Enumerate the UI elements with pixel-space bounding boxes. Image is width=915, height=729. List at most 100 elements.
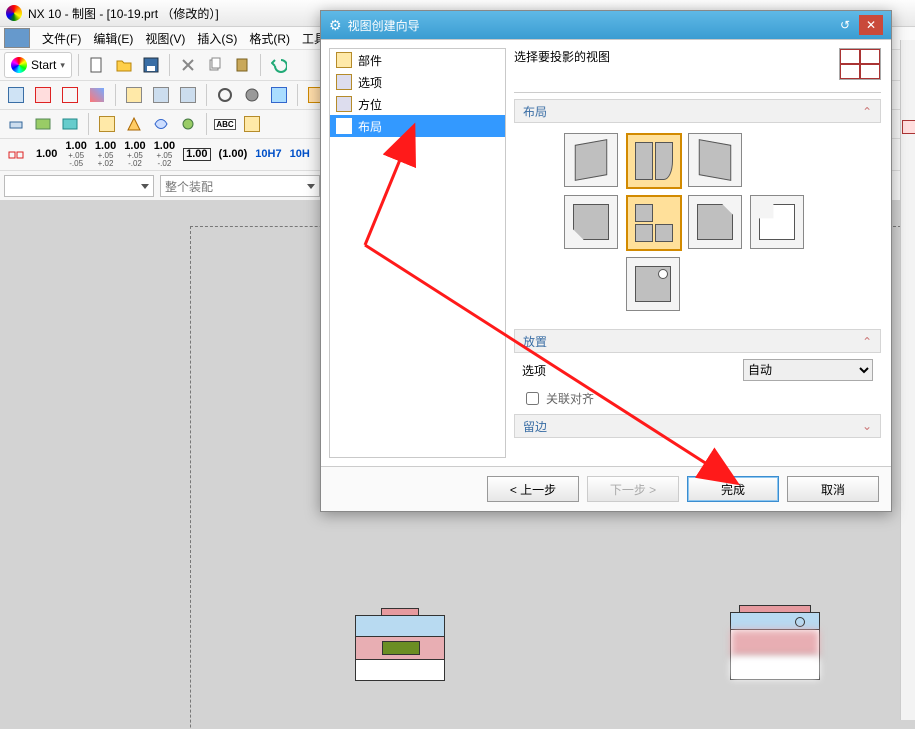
wizard-instruction: 选择要投影的视图: [514, 48, 610, 65]
tol-value[interactable]: 1.00+.05-.02: [154, 141, 175, 168]
icon-button[interactable]: [58, 83, 82, 107]
paste-button[interactable]: [230, 53, 254, 77]
assoc-align-checkbox[interactable]: 关联对齐: [514, 387, 881, 410]
docked-tab-icon[interactable]: [902, 120, 915, 134]
app-small-icon: [4, 28, 30, 48]
part-icon: [336, 52, 352, 68]
icon-button[interactable]: [95, 112, 119, 136]
wizard-footer: < 上一步 下一步 > 完成 取消: [321, 466, 891, 511]
separator: [206, 113, 207, 135]
wizard-titlebar[interactable]: ⚙ 视图创建向导 ↺ ✕: [321, 11, 891, 39]
menu-file[interactable]: 文件(F): [38, 29, 85, 48]
icon-button[interactable]: [213, 83, 237, 107]
icon-button[interactable]: [122, 112, 146, 136]
nav-item-options[interactable]: 选项: [330, 71, 505, 93]
layout-option-1[interactable]: [564, 133, 618, 187]
icon-button[interactable]: [31, 83, 55, 107]
icon-button[interactable]: [176, 83, 200, 107]
tol-value[interactable]: (1.00): [219, 149, 248, 160]
filter-combo[interactable]: [4, 175, 154, 197]
layout-option-5[interactable]: [626, 195, 682, 251]
icon-button[interactable]: [240, 112, 264, 136]
section-layout-header[interactable]: 布局⌄: [514, 99, 881, 123]
separator: [88, 113, 89, 135]
place-option-row: 选项 自动: [514, 353, 881, 387]
icon-button[interactable]: [85, 83, 109, 107]
icon-button[interactable]: [4, 112, 28, 136]
icon-button[interactable]: [149, 112, 173, 136]
menu-view[interactable]: 视图(V): [141, 29, 189, 48]
assoc-align-input[interactable]: [526, 392, 539, 405]
menu-format[interactable]: 格式(R): [245, 29, 294, 48]
chevron-up-icon: ⌄: [862, 104, 872, 118]
abc-button[interactable]: ABC: [213, 112, 237, 136]
wizard-main: 选择要投影的视图 布局⌄: [514, 40, 891, 466]
layout-option-3[interactable]: [688, 133, 742, 187]
icon-button[interactable]: [149, 83, 173, 107]
open-button[interactable]: [112, 53, 136, 77]
icon-button[interactable]: [31, 112, 55, 136]
options-icon: [336, 74, 352, 90]
undo-button[interactable]: [267, 53, 291, 77]
tol-value[interactable]: 10H7: [255, 149, 281, 160]
tol-value[interactable]: 1.00+.05-.05: [65, 141, 86, 168]
wizard-instruction-row: 选择要投影的视图: [514, 48, 881, 93]
new-button[interactable]: [85, 53, 109, 77]
chevron-up-icon: ⌄: [862, 334, 872, 348]
layout-option-8[interactable]: [626, 257, 680, 311]
assoc-align-label: 关联对齐: [546, 390, 594, 407]
icon-button[interactable]: [122, 83, 146, 107]
layout-option-2[interactable]: [626, 133, 682, 189]
save-button[interactable]: [139, 53, 163, 77]
tol-value[interactable]: 1.00: [36, 149, 57, 160]
layout-icon: [336, 118, 352, 134]
wizard-nav: 部件 选项 方位 布局: [329, 48, 506, 458]
start-logo-icon: [11, 57, 27, 73]
icon-button[interactable]: [267, 83, 291, 107]
start-label: Start: [31, 58, 56, 72]
view-creation-wizard: ⚙ 视图创建向导 ↺ ✕ 部件 选项 方位 布局 选择要投影的视图 布局⌄: [320, 10, 892, 512]
nav-item-orientation[interactable]: 方位: [330, 93, 505, 115]
next-button: 下一步 >: [587, 476, 679, 502]
app-root: NX 10 - 制图 - [10-19.prt （修改的）] 文件(F) 编辑(…: [0, 0, 915, 729]
tol-value[interactable]: 10H: [290, 149, 310, 160]
place-label: 选项: [522, 362, 546, 379]
section-margin-header[interactable]: 留边⌄: [514, 414, 881, 438]
part-preview-front: [355, 608, 445, 681]
tol-mode-icon[interactable]: [4, 143, 28, 167]
icon-button[interactable]: [176, 112, 200, 136]
icon-button[interactable]: [240, 83, 264, 107]
icon-button[interactable]: [58, 112, 82, 136]
icon-button[interactable]: [4, 83, 28, 107]
cut-button[interactable]: [176, 53, 200, 77]
layout-option-6[interactable]: [688, 195, 742, 249]
menu-edit[interactable]: 编辑(E): [89, 29, 137, 48]
separator: [260, 54, 261, 76]
place-select[interactable]: 自动: [743, 359, 873, 381]
layout-preview-icon: [839, 48, 881, 80]
section-place-header[interactable]: 放置⌄: [514, 329, 881, 353]
separator: [115, 84, 116, 106]
tol-value[interactable]: 1.00+.05+.02: [95, 141, 116, 168]
nav-item-part[interactable]: 部件: [330, 49, 505, 71]
nav-item-layout[interactable]: 布局: [330, 115, 505, 137]
tol-value[interactable]: 1.00: [183, 148, 210, 161]
gear-icon: ⚙: [329, 17, 342, 34]
finish-button[interactable]: 完成: [687, 476, 779, 502]
layout-option-4[interactable]: [564, 195, 618, 249]
wizard-body: 部件 选项 方位 布局 选择要投影的视图 布局⌄: [321, 39, 891, 466]
window-title: NX 10 - 制图 - [10-19.prt （修改的）]: [28, 5, 219, 22]
wizard-reset-button[interactable]: ↺: [833, 15, 857, 35]
cancel-button[interactable]: 取消: [787, 476, 879, 502]
start-button[interactable]: Start ▾: [4, 52, 72, 78]
back-button[interactable]: < 上一步: [487, 476, 579, 502]
separator: [169, 54, 170, 76]
layout-option-7[interactable]: [750, 195, 804, 249]
copy-button[interactable]: [203, 53, 227, 77]
part-preview-side: [730, 605, 820, 680]
wizard-close-button[interactable]: ✕: [859, 15, 883, 35]
assembly-combo[interactable]: 整个装配: [160, 175, 320, 197]
tol-value[interactable]: 1.00+.05-.02: [124, 141, 145, 168]
nx-logo-icon: [6, 5, 22, 21]
menu-insert[interactable]: 插入(S): [193, 29, 241, 48]
